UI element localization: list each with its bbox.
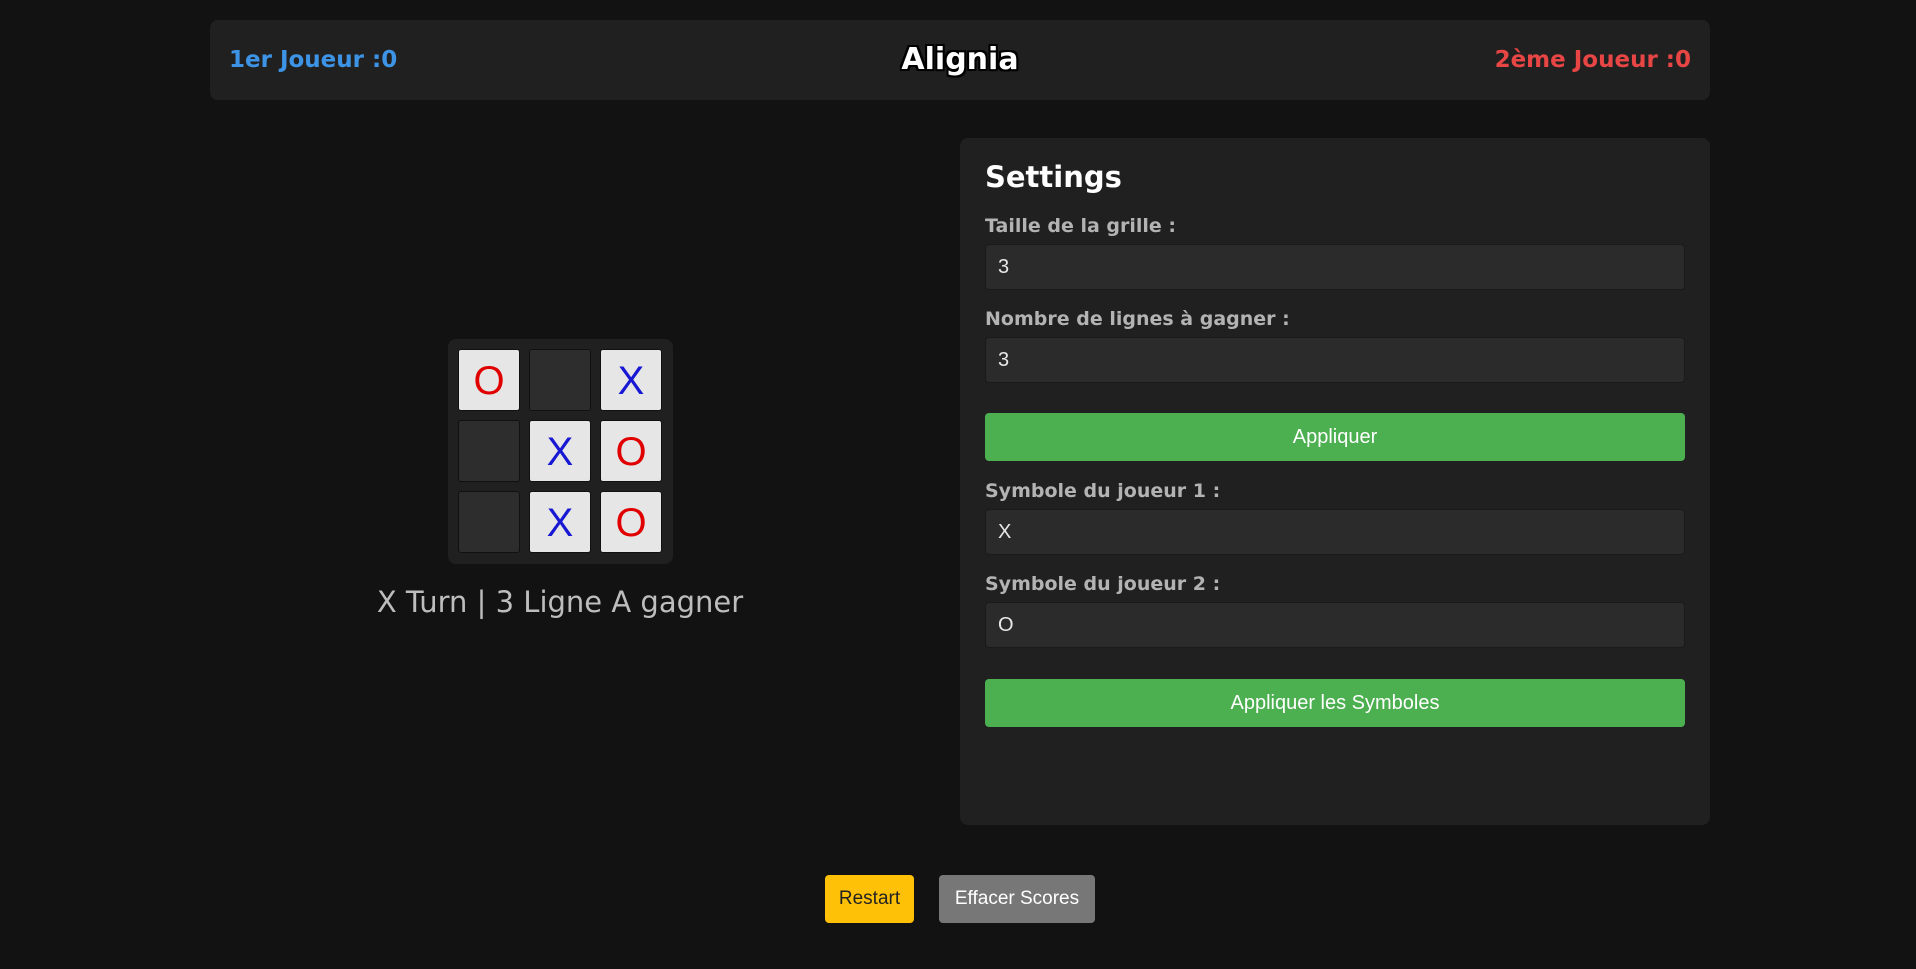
board-cell[interactable]: X	[529, 420, 591, 482]
restart-button[interactable]: Restart	[825, 875, 914, 923]
board-cell[interactable]: X	[529, 491, 591, 553]
lines-to-win-label: Nombre de lignes à gagner :	[985, 308, 1290, 330]
grid-size-label: Taille de la grille :	[985, 215, 1177, 237]
player2-symbol-label: Symbole du joueur 2 :	[985, 573, 1221, 595]
settings-title: Settings	[985, 160, 1122, 194]
game-board: O X X O X O	[448, 339, 673, 564]
board-cell[interactable]: O	[600, 420, 662, 482]
player2-score: 2ème Joueur :0	[1494, 47, 1691, 73]
board-cell[interactable]: O	[458, 349, 520, 411]
player1-symbol-input[interactable]	[985, 509, 1685, 555]
board-cell[interactable]	[458, 420, 520, 482]
apply-button[interactable]: Appliquer	[985, 413, 1685, 461]
game-title: Alignia	[901, 42, 1019, 77]
board-cell[interactable]	[529, 349, 591, 411]
grid-size-input[interactable]	[985, 244, 1685, 290]
scoreboard-header: 1er Joueur :0 Alignia 2ème Joueur :0	[210, 20, 1710, 100]
board-cell[interactable]	[458, 491, 520, 553]
board-cell[interactable]: X	[600, 349, 662, 411]
clear-scores-button[interactable]: Effacer Scores	[939, 875, 1095, 923]
turn-status: X Turn | 3 Ligne A gagner	[376, 585, 744, 619]
settings-panel: Settings Taille de la grille : Nombre de…	[960, 138, 1710, 825]
player1-symbol-label: Symbole du joueur 1 :	[985, 480, 1221, 502]
player2-symbol-input[interactable]	[985, 602, 1685, 648]
apply-symbols-button[interactable]: Appliquer les Symboles	[985, 679, 1685, 727]
lines-to-win-input[interactable]	[985, 337, 1685, 383]
board-cell[interactable]: O	[600, 491, 662, 553]
